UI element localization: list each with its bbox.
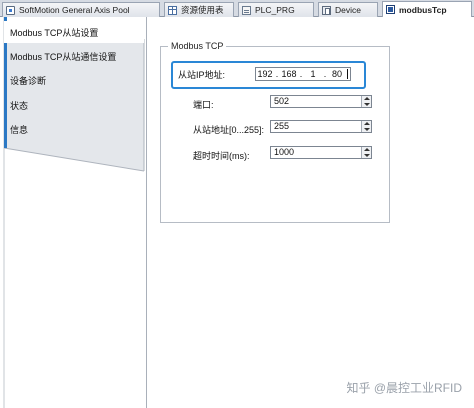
nav-item-label: Modbus TCP从站通信设置 [10,51,117,62]
nav-item-info[interactable]: 信息 [4,118,144,140]
timeout-stepper[interactable]: 1000 [270,146,372,159]
motion-pool-icon [6,5,15,15]
tab-plc-prg[interactable]: PLC_PRG [238,2,314,17]
tab-softmotion-axis-pool[interactable]: SoftMotion General Axis Pool [2,2,160,17]
tab-label: Device [335,5,361,15]
group-title: Modbus TCP [168,41,227,51]
text-cursor [347,69,348,79]
watermark: 知乎 @晨控工业RFID [346,379,462,396]
port-value: 502 [274,96,290,106]
modbus-icon [386,5,395,14]
table-icon [168,5,177,15]
slave-address-label: 从站地址[0...255]: [193,125,265,135]
ip-octet-4: 80 [331,69,342,79]
slave-ip-input[interactable]: 192 . 168 . 1 . 80 [255,67,351,81]
port-stepper[interactable]: 502 [270,95,372,108]
ip-octet-1: 192 [257,69,273,79]
program-icon [242,5,251,15]
nav-item-label: 状态 [10,100,29,111]
spin-updown-icon[interactable] [361,96,371,107]
watermark-text: 知乎 @晨控工业RFID [346,381,462,395]
nav-item-label: Modbus TCP从站设置 [10,27,99,38]
tab-resource-table[interactable]: 资源使用表 [164,2,234,17]
settings-navigation: Modbus TCP从站设置 Modbus TCP从站通信设置 设备诊断 状态 … [0,17,148,408]
nav-item-label: 信息 [10,124,29,135]
ip-octet-3: 1 [310,69,316,79]
nav-item-device-diagnostics[interactable]: 设备诊断 [4,69,144,91]
nav-item-slave-settings[interactable]: Modbus TCP从站设置 [4,21,144,43]
slave-address-value: 255 [274,121,290,131]
tab-label: SoftMotion General Axis Pool [19,5,130,15]
tab-label: modbusTcp [399,4,447,15]
nav-item-label: 设备诊断 [10,75,47,86]
device-icon [322,5,331,15]
spin-updown-icon[interactable] [361,121,371,132]
tab-label: 资源使用表 [181,5,224,15]
slave-address-stepper[interactable]: 255 [270,120,372,133]
document-tab-bar: SoftMotion General Axis Pool 资源使用表 PLC_P… [0,0,474,17]
nav-item-status[interactable]: 状态 [4,94,144,116]
tab-label: PLC_PRG [255,5,295,15]
nav-item-slave-comm-settings[interactable]: Modbus TCP从站通信设置 [4,45,144,67]
slave-ip-label: 从站IP地址: [178,70,226,80]
port-label: 端口: [193,100,214,110]
tab-modbustcp[interactable]: modbusTcp [382,1,472,17]
spin-updown-icon[interactable] [361,147,371,158]
timeout-value: 1000 [274,147,295,157]
tab-device[interactable]: Device [318,2,378,17]
ip-octet-2: 168 [281,69,297,79]
timeout-label: 超时时间(ms): [193,151,250,161]
